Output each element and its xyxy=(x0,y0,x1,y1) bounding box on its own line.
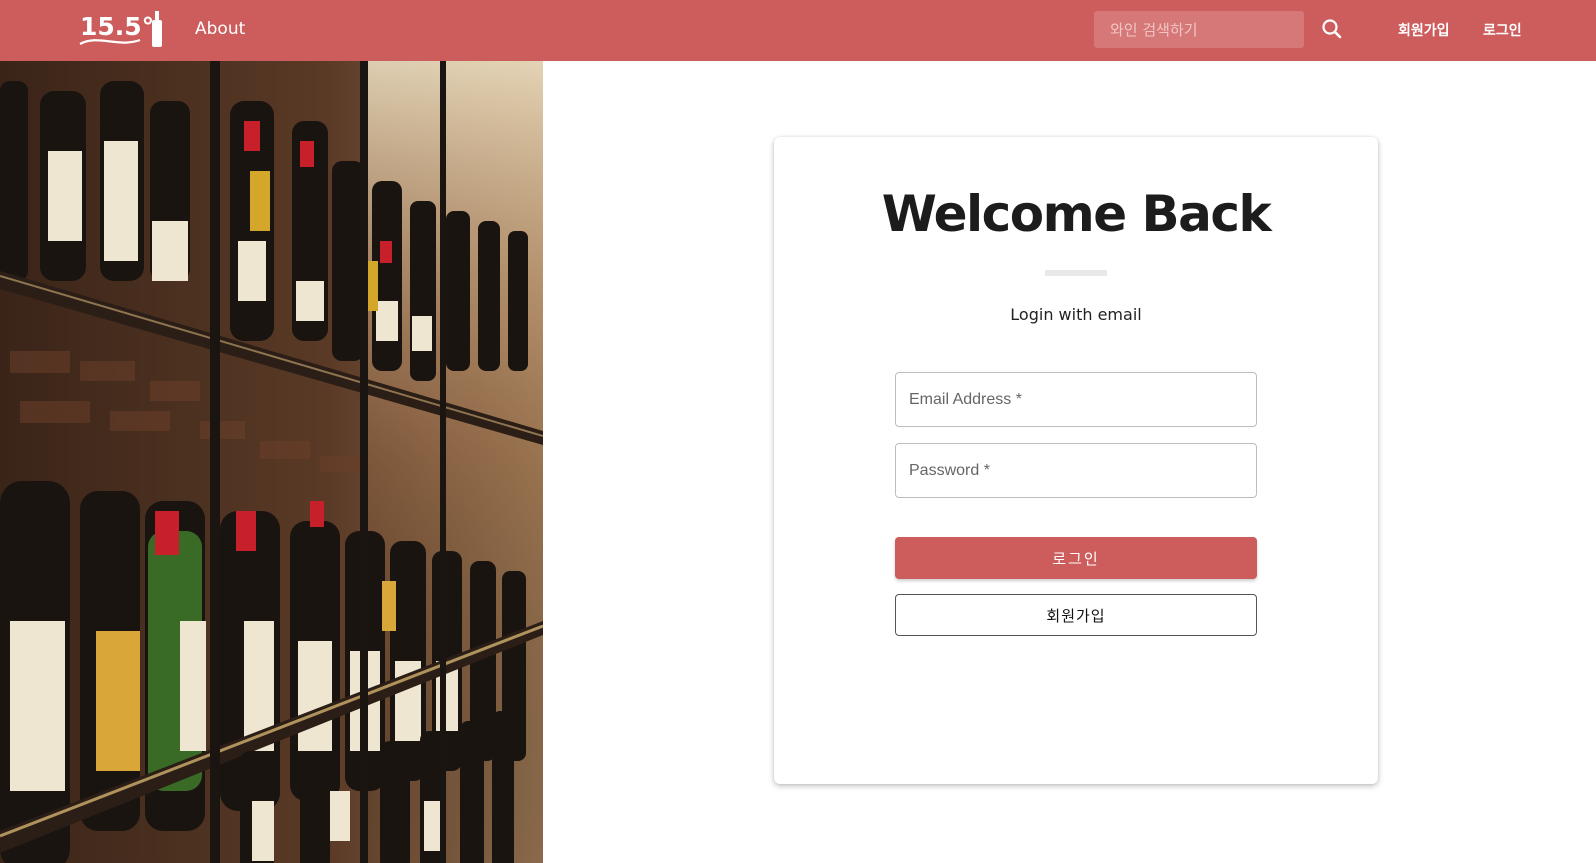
password-field[interactable] xyxy=(895,443,1257,498)
login-card: Welcome Back Login with email 로그인 회원가입 xyxy=(774,137,1378,784)
wine-search-input[interactable] xyxy=(1094,11,1304,48)
wine-shelf-hero-image xyxy=(0,61,543,863)
login-subtitle: Login with email xyxy=(1010,305,1142,324)
welcome-title: Welcome Back xyxy=(881,185,1272,243)
nav-login-link[interactable]: 로그인 xyxy=(1483,20,1522,40)
brand-logo[interactable]: 15.5° xyxy=(78,8,166,50)
email-field[interactable] xyxy=(895,372,1257,427)
search-icon[interactable] xyxy=(1320,17,1344,41)
title-divider xyxy=(1045,270,1107,276)
logo-text: 15.5° xyxy=(80,12,154,41)
top-navbar: 15.5° About 회원가입 로그인 xyxy=(0,0,1596,61)
login-button[interactable]: 로그인 xyxy=(895,537,1257,579)
nav-about-link[interactable]: About xyxy=(195,19,245,39)
signup-button[interactable]: 회원가입 xyxy=(895,594,1257,636)
logo-graphic: 15.5° xyxy=(79,11,162,47)
nav-signup-link[interactable]: 회원가입 xyxy=(1398,20,1450,40)
wine-shelf-illustration xyxy=(0,61,543,863)
